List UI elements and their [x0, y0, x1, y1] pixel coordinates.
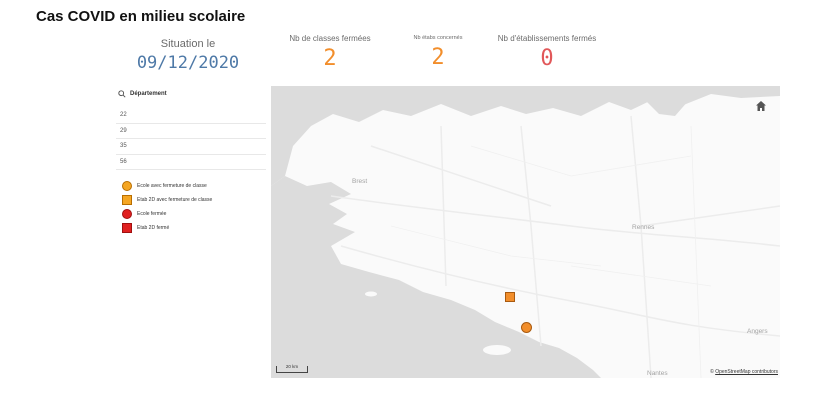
osm-attribution-link[interactable]: OpenStreetMap contributors	[715, 369, 778, 375]
kpi-classes-fermees: Nb de classes fermées 2	[280, 34, 380, 71]
kpi-etabs-fermes: Nb d'établissements fermés 0	[488, 34, 606, 71]
departement-list: 22 29 35 56	[116, 108, 266, 170]
red-circle-icon	[122, 209, 132, 219]
legend-label: Ecole fermée	[137, 211, 167, 217]
departement-item[interactable]: 29	[116, 124, 266, 139]
search-icon[interactable]	[118, 90, 126, 98]
city-label-nantes: Nantes	[647, 370, 668, 377]
orange-square-icon	[122, 195, 132, 205]
kpi-etabs-concernes: Nb étabs concernés 2	[398, 35, 478, 70]
orange-circle-icon	[122, 181, 132, 191]
kpi-situation-label: Situation le	[160, 38, 216, 50]
legend-label: Ecole avec fermeture de classe	[137, 183, 207, 189]
city-label-brest: Brest	[352, 178, 368, 185]
legend-label: Etab 2D fermé	[137, 225, 170, 231]
kpi-classes-fermees-label: Nb de classes fermées	[289, 34, 371, 43]
legend-item: Etab 2D avec fermeture de classe	[122, 193, 212, 207]
kpi-etabs-fermes-value: 0	[540, 46, 554, 71]
city-label-angers: Angers	[747, 328, 768, 335]
legend-item: Ecole fermée	[122, 207, 212, 221]
kpi-etabs-fermes-label: Nb d'établissements fermés	[497, 34, 597, 43]
page-title: Cas COVID en milieu scolaire	[36, 8, 246, 25]
kpi-etabs-concernes-label: Nb étabs concernés	[413, 35, 463, 41]
etab-2d-fermeture-classe-marker[interactable]	[505, 292, 515, 302]
kpi-situation-value: 09/12/2020	[136, 53, 240, 73]
home-icon[interactable]	[755, 100, 767, 112]
departement-item[interactable]: 56	[116, 155, 266, 170]
departement-item[interactable]: 35	[116, 139, 266, 155]
map-base-layer	[271, 86, 780, 378]
legend-item: Etab 2D fermé	[122, 221, 212, 235]
map-attribution: © OpenStreetMap contributors	[710, 369, 778, 375]
departement-filter-header[interactable]: Département	[116, 88, 266, 100]
legend-item: Ecole avec fermeture de classe	[122, 179, 212, 193]
departement-filter: Département 22 29 35 56	[116, 88, 266, 170]
map-view[interactable]: Brest Rennes Angers Nantes 20 km © OpenS…	[271, 86, 780, 378]
departement-item[interactable]: 22	[116, 108, 266, 124]
kpi-classes-fermees-value: 2	[323, 46, 337, 71]
legend-label: Etab 2D avec fermeture de classe	[137, 197, 213, 203]
city-label-rennes: Rennes	[632, 224, 655, 231]
departement-filter-title: Département	[130, 91, 167, 97]
map-scale-label: 20 km	[285, 364, 299, 369]
ecole-fermeture-classe-marker[interactable]	[521, 322, 532, 333]
red-square-icon	[122, 223, 132, 233]
kpi-situation-date: Situation le 09/12/2020	[128, 38, 248, 73]
map-legend: Ecole avec fermeture de classe Etab 2D a…	[122, 179, 212, 235]
kpi-etabs-concernes-value: 2	[431, 45, 445, 70]
